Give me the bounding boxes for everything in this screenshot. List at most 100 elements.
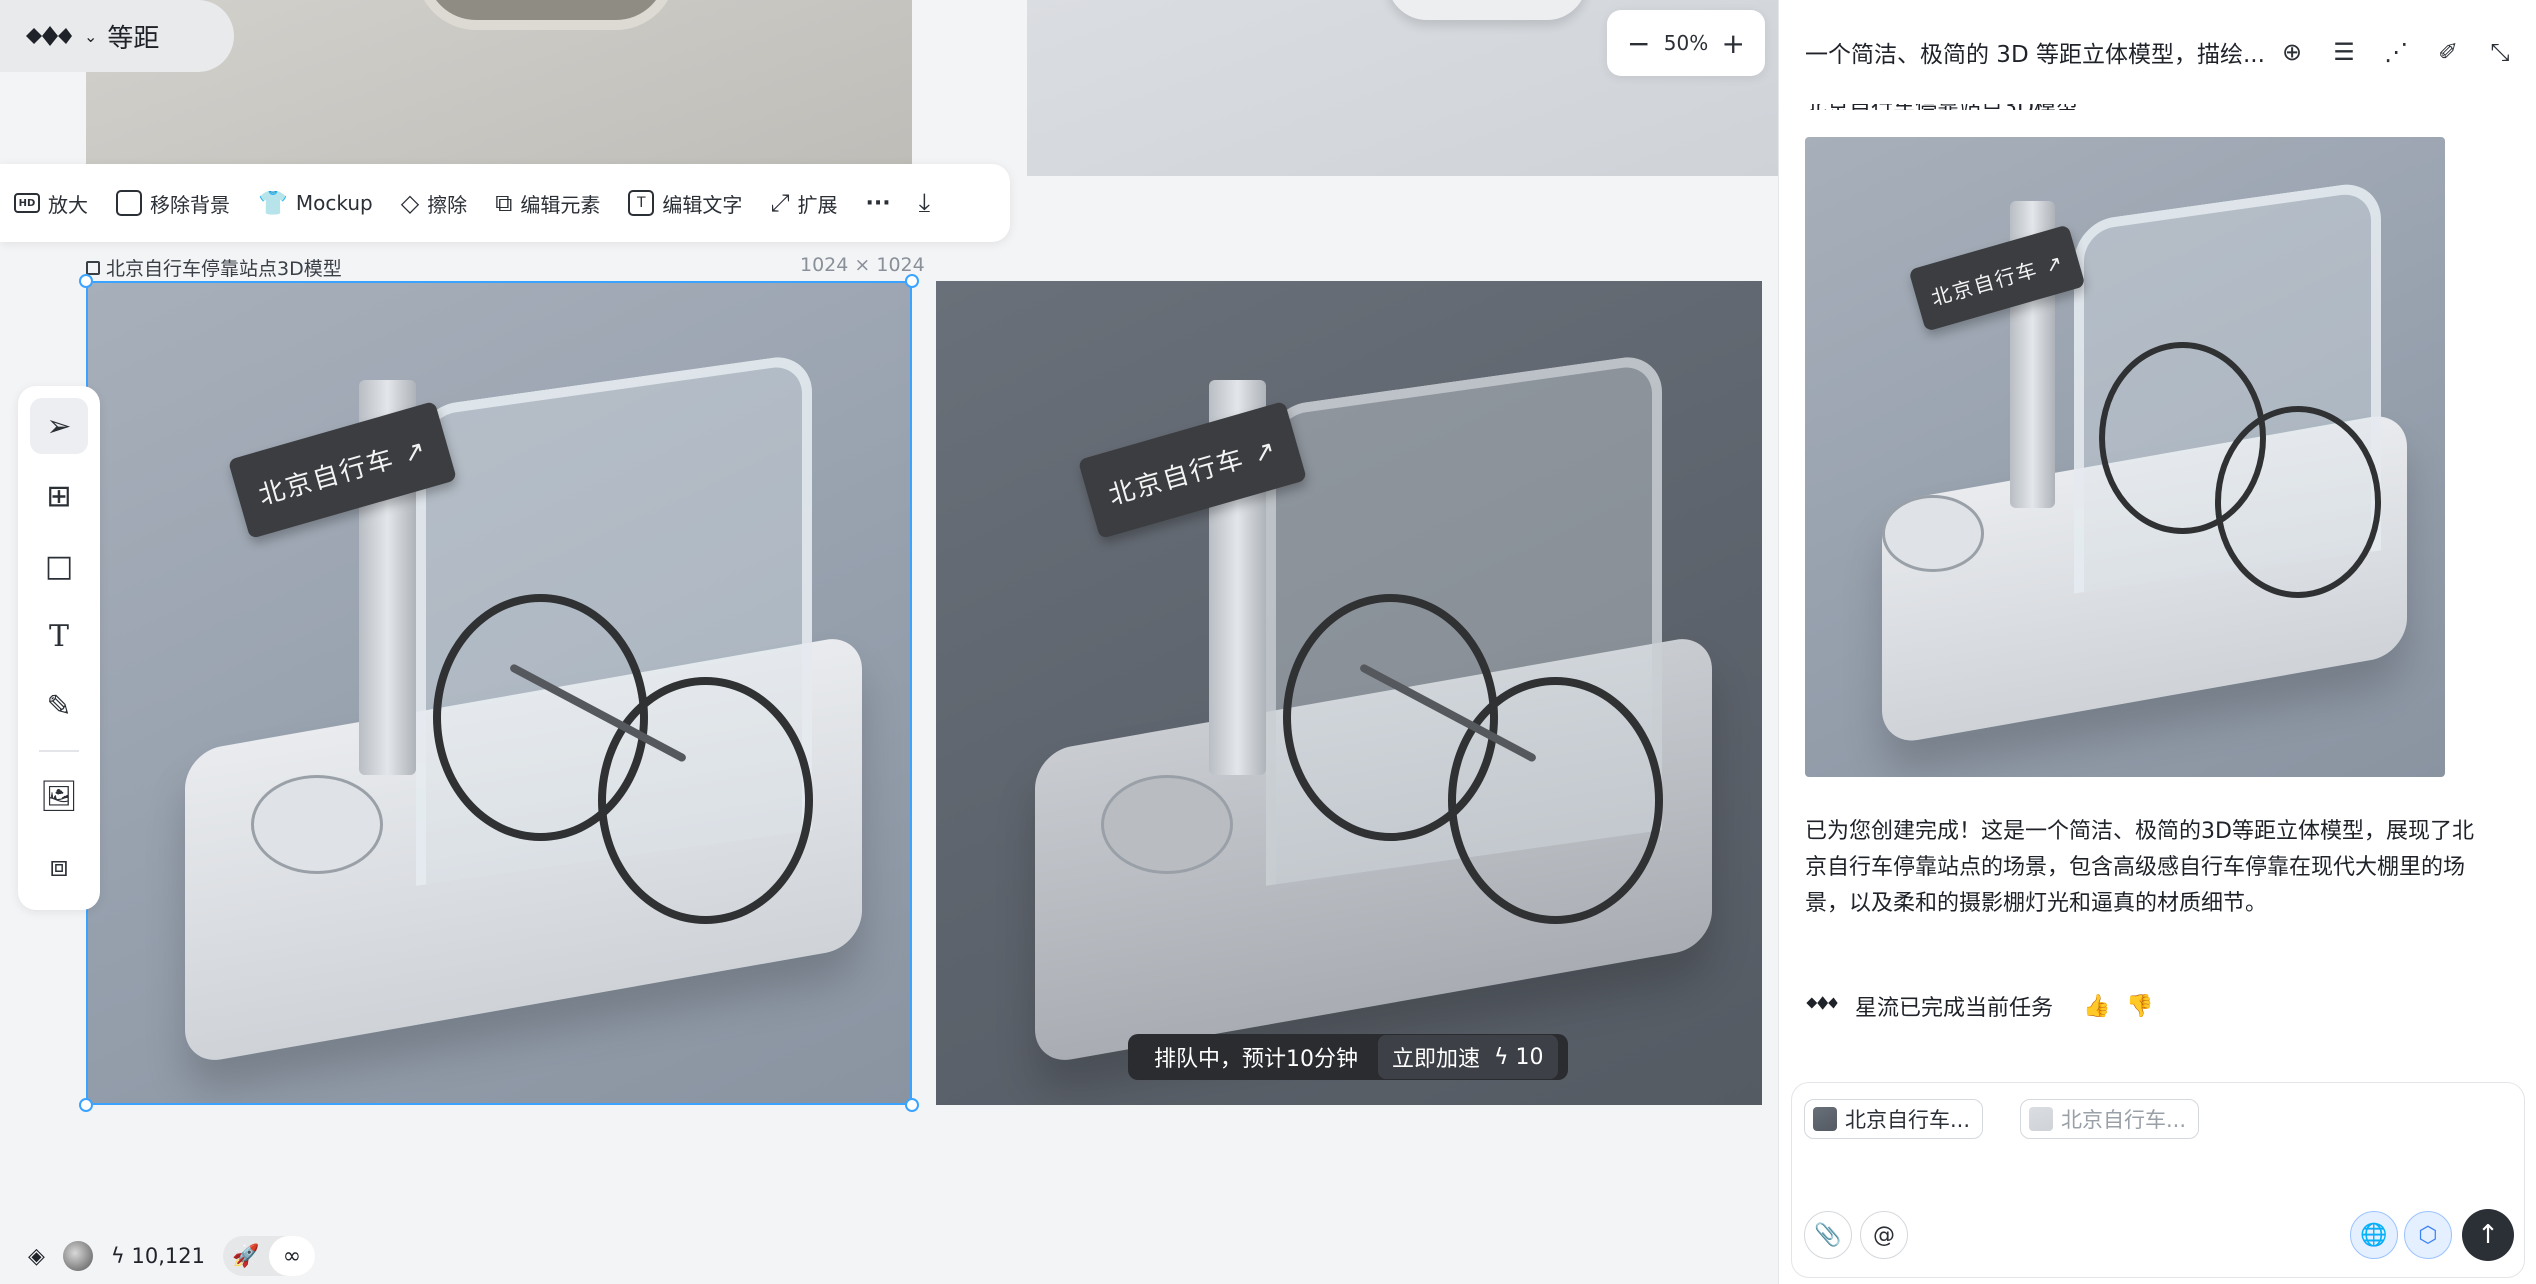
boost-cost: ϟ 10 (1494, 1044, 1544, 1070)
mention-button[interactable]: @ (1860, 1211, 1908, 1259)
project-title: 等距 (107, 23, 160, 54)
chat-composer[interactable]: 北京自行车... 北京自行车... 📎 @ 🌐 ⬡ ↑ (1791, 1082, 2525, 1278)
image-edit-button[interactable]: ⧈ (30, 838, 88, 894)
header-actions: ⊕ ☰ ⋰ ✐ ⤡ (2279, 38, 2513, 66)
new-chat-icon[interactable]: ⊕ (2279, 38, 2305, 66)
expand-icon: ⤢ (770, 189, 790, 217)
chat-result-image[interactable]: 北京自行车 ↗ (1805, 137, 2445, 777)
text-icon: T (48, 618, 69, 654)
left-toolbar: ➢ ⊞ □ T ✎ 🖼 ⧈ (18, 386, 100, 910)
image-gen-button[interactable]: 🖼 (30, 768, 88, 824)
globe-icon: 🌐 (2360, 1222, 2388, 1248)
mode-toggle: 🚀 ∞ (222, 1236, 315, 1276)
xingliu-logo-icon (1805, 992, 1839, 1020)
mockup-button[interactable]: 👕 Mockup (258, 189, 373, 217)
send-button[interactable]: ↑ (2462, 1209, 2514, 1261)
canvas-image-generating[interactable]: 北京自行车 ↗ (936, 281, 1762, 1105)
tshirt-icon: 👕 (258, 189, 288, 217)
cursor-icon: ➢ (46, 408, 72, 444)
chat-header: 一个简洁、极简的 3D 等距立体模型，描绘... ⊕ ☰ ⋰ ✐ ⤡ (1779, 0, 2536, 104)
add-frame-button[interactable]: ⊞ (30, 468, 88, 524)
text-tool-button[interactable]: T (30, 608, 88, 664)
bottom-status-bar: ◈ ϟ 10,121 🚀 ∞ (28, 1236, 315, 1276)
layers-icon[interactable]: ◈ (28, 1244, 45, 1269)
history-icon[interactable]: ☰ (2331, 38, 2357, 66)
share-icon[interactable]: ⋰ (2383, 38, 2409, 66)
scene-parking-badge (1881, 495, 1985, 573)
paperclip-icon: 📎 (1814, 1222, 1842, 1248)
assistant-message: 已为您创建完成！这是一个简洁、极简的3D等距立体模型，展现了北京自行车停靠站点的… (1805, 819, 2474, 916)
reference-thumbnail (1813, 1107, 1837, 1131)
pen-icon: ✎ (46, 688, 72, 724)
reference-thumbnail (2029, 1107, 2053, 1131)
scene-wheel-rear (2099, 341, 2266, 534)
erase-button[interactable]: ◇ 擦除 (401, 189, 467, 218)
download-icon: ⤓ (918, 187, 931, 218)
reference-chip[interactable]: 北京自行车... (2020, 1099, 2200, 1139)
boost-button[interactable]: 立即加速 ϟ 10 (1378, 1035, 1558, 1079)
avatar[interactable] (62, 1241, 93, 1271)
select-tool-button[interactable]: ➢ (30, 398, 88, 454)
resize-handle-br[interactable] (905, 1098, 919, 1112)
scene-sign: 北京自行车 ↗ (1908, 224, 2086, 332)
web-search-toggle[interactable]: 🌐 (2350, 1211, 2398, 1259)
edit-elements-button[interactable]: ⧉ 编辑元素 (495, 189, 600, 218)
3d-mode-toggle[interactable]: ⬡ (2404, 1211, 2452, 1259)
zoom-level: 50% (1663, 31, 1709, 55)
remove-bg-icon (116, 190, 142, 216)
bolt-icon: ϟ (1494, 1044, 1509, 1070)
bolt-icon: ϟ (110, 1244, 125, 1268)
shape-tool-button[interactable]: □ (30, 538, 88, 594)
infinite-mode-button[interactable]: ∞ (268, 1236, 315, 1276)
image-dimensions: 1024 × 1024 (800, 254, 925, 276)
image-plus-icon: 🖼 (39, 778, 79, 814)
layers-icon: ⧉ (495, 189, 513, 217)
more-icon: ··· (865, 190, 891, 216)
resize-handle-tl[interactable] (79, 274, 93, 288)
image-toolbar: HD 放大 移除背景 👕 Mockup ◇ 擦除 ⧉ 编辑元素 T 编辑文字 ⤢… (0, 164, 1010, 242)
task-complete-row: 星流已完成当前任务 👍 👎 (1805, 990, 2154, 1022)
resize-handle-tr[interactable] (905, 274, 919, 288)
xingliu-logo-icon (24, 21, 74, 51)
square-icon: □ (44, 548, 74, 584)
remove-background-button[interactable]: 移除背景 (116, 189, 230, 218)
cube-icon: ⬡ (2418, 1222, 2438, 1248)
eraser-icon: ◇ (400, 189, 420, 217)
upscale-button[interactable]: HD 放大 (14, 189, 88, 218)
arrow-up-icon: ↑ (2477, 1220, 2499, 1250)
credits: ϟ 10,121 (110, 1244, 205, 1268)
expand-button[interactable]: ⤢ 扩展 (770, 189, 837, 218)
queue-status: 排队中，预计10分钟 立即加速 ϟ 10 (1128, 1034, 1568, 1080)
pen-tool-button[interactable]: ✎ (30, 678, 88, 734)
hd-icon: HD (14, 193, 40, 213)
selection-outline (86, 281, 912, 1105)
text-edit-icon: T (628, 190, 655, 216)
scene-parking-badge (1101, 775, 1234, 875)
rocket-mode-button[interactable]: 🚀 (223, 1236, 269, 1276)
reference-chip[interactable]: 北京自行车... (1804, 1099, 1984, 1139)
thumbs-down-icon[interactable]: 👎 (2126, 994, 2153, 1019)
more-button[interactable]: ··· (866, 191, 891, 216)
chat-title: 一个简洁、极简的 3D 等距立体模型，描绘... (1805, 42, 2265, 68)
zoom-control: − 50% + (1607, 10, 1765, 76)
chevron-down-icon: ⌄ (84, 26, 98, 46)
brand-menu[interactable]: ⌄ 等距 (0, 0, 234, 72)
image-label: 北京自行车停靠站点3D模型 (86, 254, 342, 281)
toolbar-divider (39, 750, 79, 752)
zoom-out-button[interactable]: − (1627, 27, 1650, 60)
image-edit-icon: ⧈ (49, 848, 69, 884)
queue-text: 排队中，预计10分钟 (1154, 1047, 1358, 1072)
at-icon: @ (1873, 1222, 1895, 1248)
chat-panel: 北京自行车停靠站点3D模型 一个简洁、极简的 3D 等距立体模型，描绘... ⊕… (1778, 0, 2536, 1284)
add-square-icon: ⊞ (46, 478, 72, 514)
edit-icon[interactable]: ✐ (2435, 38, 2461, 66)
task-complete-text: 星流已完成当前任务 (1855, 996, 2054, 1021)
resize-handle-bl[interactable] (79, 1098, 93, 1112)
image-icon (86, 260, 100, 275)
thumbs-up-icon[interactable]: 👍 (2083, 994, 2110, 1019)
collapse-icon[interactable]: ⤡ (2487, 38, 2513, 66)
zoom-in-button[interactable]: + (1722, 27, 1745, 60)
attach-button[interactable]: 📎 (1804, 1211, 1852, 1259)
download-button[interactable]: ⤓ (919, 188, 931, 219)
edit-text-button[interactable]: T 编辑文字 (628, 189, 742, 218)
